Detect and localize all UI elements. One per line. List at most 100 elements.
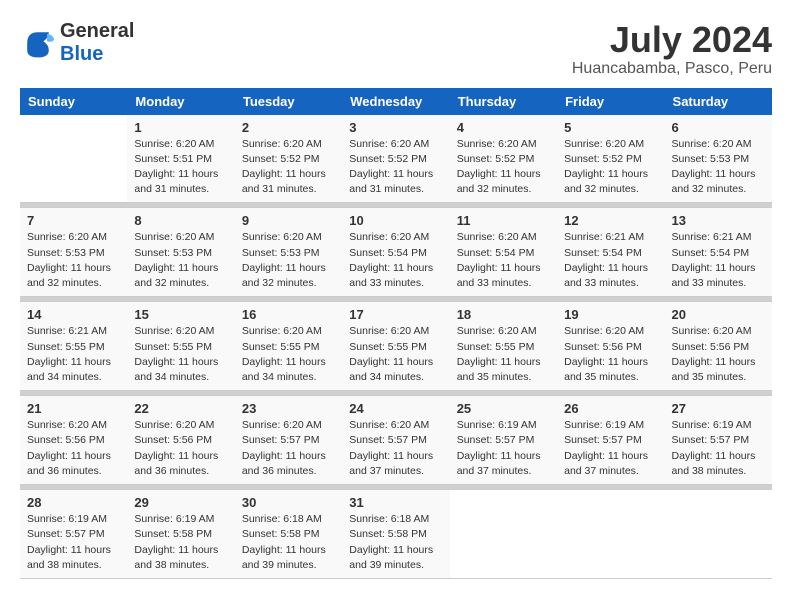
- calendar-cell: 21Sunrise: 6:20 AM Sunset: 5:56 PM Dayli…: [20, 396, 127, 485]
- day-info: Sunrise: 6:20 AM Sunset: 5:54 PM Dayligh…: [457, 230, 550, 291]
- location-subtitle: Huancabamba, Pasco, Peru: [572, 60, 772, 78]
- day-info: Sunrise: 6:18 AM Sunset: 5:58 PM Dayligh…: [349, 512, 442, 573]
- day-number: 22: [134, 401, 227, 416]
- calendar-cell: 28 Sunrise: 6:19 AM Sunset: 5:57 PM Dayli…: [20, 490, 127, 579]
- day-info: Sunrise: 6:19 AM Sunset: 5:57 PM Dayligh…: [27, 512, 120, 573]
- day-number: 23: [242, 401, 335, 416]
- page-header: General Blue July 2024 Huancabamba, Pasc…: [20, 20, 772, 78]
- calendar-cell: 4 Sunrise: 6:20 AM Sunset: 5:52 PM Daylig…: [450, 115, 557, 203]
- day-number: 28: [27, 495, 120, 510]
- day-info: Sunrise: 6:20 AM Sunset: 5:56 PM Dayligh…: [564, 324, 657, 385]
- header-row: Sunday Monday Tuesday Wednesday Thursday…: [20, 88, 772, 115]
- calendar-cell: 29 Sunrise: 6:19 AM Sunset: 5:58 PM Dayli…: [127, 490, 234, 579]
- calendar-cell: 16 Sunrise: 6:20 AM Sunset: 5:55 PM Dayli…: [235, 302, 342, 391]
- calendar-cell: 1 Sunrise: 6:20 AM Sunset: 5:51 PM Daylig…: [127, 115, 234, 203]
- day-number: 11: [457, 213, 550, 228]
- calendar-cell: 18 Sunrise: 6:20 AM Sunset: 5:55 PM Dayli…: [450, 302, 557, 391]
- calendar-week-row: 7Sunrise: 6:20 AM Sunset: 5:53 PM Daylig…: [20, 208, 772, 297]
- day-info: Sunrise: 6:19 AM Sunset: 5:57 PM Dayligh…: [564, 418, 657, 479]
- calendar-cell: 11 Sunrise: 6:20 AM Sunset: 5:54 PM Dayli…: [450, 208, 557, 297]
- calendar-cell: [665, 490, 772, 579]
- calendar-cell: 8 Sunrise: 6:20 AM Sunset: 5:53 PM Daylig…: [127, 208, 234, 297]
- calendar-cell: 6 Sunrise: 6:20 AM Sunset: 5:53 PM Daylig…: [665, 115, 772, 203]
- calendar-cell: 20Sunrise: 6:20 AM Sunset: 5:56 PM Dayli…: [665, 302, 772, 391]
- day-info: Sunrise: 6:20 AM Sunset: 5:53 PM Dayligh…: [134, 230, 227, 291]
- calendar-week-row: 28 Sunrise: 6:19 AM Sunset: 5:57 PM Dayli…: [20, 490, 772, 579]
- calendar-cell: 27Sunrise: 6:19 AM Sunset: 5:57 PM Dayli…: [665, 396, 772, 485]
- day-number: 27: [672, 401, 765, 416]
- day-info: Sunrise: 6:20 AM Sunset: 5:53 PM Dayligh…: [242, 230, 335, 291]
- day-number: 4: [457, 120, 550, 135]
- day-number: 1: [134, 120, 227, 135]
- day-number: 3: [349, 120, 442, 135]
- calendar-cell: 22Sunrise: 6:20 AM Sunset: 5:56 PM Dayli…: [127, 396, 234, 485]
- day-info: Sunrise: 6:19 AM Sunset: 5:58 PM Dayligh…: [134, 512, 227, 573]
- day-info: Sunrise: 6:21 AM Sunset: 5:54 PM Dayligh…: [564, 230, 657, 291]
- day-number: 16: [242, 307, 335, 322]
- day-number: 9: [242, 213, 335, 228]
- calendar-cell: 9 Sunrise: 6:20 AM Sunset: 5:53 PM Daylig…: [235, 208, 342, 297]
- day-info: Sunrise: 6:20 AM Sunset: 5:52 PM Dayligh…: [564, 137, 657, 198]
- day-info: Sunrise: 6:20 AM Sunset: 5:53 PM Dayligh…: [27, 230, 120, 291]
- day-number: 8: [134, 213, 227, 228]
- day-number: 26: [564, 401, 657, 416]
- day-number: 29: [134, 495, 227, 510]
- day-number: 2: [242, 120, 335, 135]
- calendar-cell: 23 Sunrise: 6:20 AM Sunset: 5:57 PM Dayli…: [235, 396, 342, 485]
- day-number: 17: [349, 307, 442, 322]
- calendar-cell: 17Sunrise: 6:20 AM Sunset: 5:55 PM Dayli…: [342, 302, 449, 391]
- calendar-cell: 3 Sunrise: 6:20 AM Sunset: 5:52 PM Daylig…: [342, 115, 449, 203]
- col-tuesday: Tuesday: [235, 88, 342, 115]
- calendar-cell: 2 Sunrise: 6:20 AM Sunset: 5:52 PM Daylig…: [235, 115, 342, 203]
- calendar-cell: 19 Sunrise: 6:20 AM Sunset: 5:56 PM Dayli…: [557, 302, 664, 391]
- col-wednesday: Wednesday: [342, 88, 449, 115]
- day-info: Sunrise: 6:21 AM Sunset: 5:54 PM Dayligh…: [672, 230, 765, 291]
- logo: General Blue: [20, 20, 134, 66]
- calendar-cell: [20, 115, 127, 203]
- day-info: Sunrise: 6:20 AM Sunset: 5:52 PM Dayligh…: [349, 137, 442, 198]
- day-info: Sunrise: 6:20 AM Sunset: 5:51 PM Dayligh…: [134, 137, 227, 198]
- day-number: 15: [134, 307, 227, 322]
- calendar-week-row: 14Sunrise: 6:21 AM Sunset: 5:55 PM Dayli…: [20, 302, 772, 391]
- calendar-cell: 7Sunrise: 6:20 AM Sunset: 5:53 PM Daylig…: [20, 208, 127, 297]
- day-number: 25: [457, 401, 550, 416]
- calendar-cell: 14Sunrise: 6:21 AM Sunset: 5:55 PM Dayli…: [20, 302, 127, 391]
- day-info: Sunrise: 6:20 AM Sunset: 5:54 PM Dayligh…: [349, 230, 442, 291]
- calendar-week-row: 1 Sunrise: 6:20 AM Sunset: 5:51 PM Daylig…: [20, 115, 772, 203]
- day-info: Sunrise: 6:20 AM Sunset: 5:57 PM Dayligh…: [349, 418, 442, 479]
- day-number: 18: [457, 307, 550, 322]
- logo-text: General Blue: [60, 20, 134, 66]
- day-info: Sunrise: 6:20 AM Sunset: 5:52 PM Dayligh…: [242, 137, 335, 198]
- calendar-cell: 15 Sunrise: 6:20 AM Sunset: 5:55 PM Dayli…: [127, 302, 234, 391]
- day-info: Sunrise: 6:20 AM Sunset: 5:55 PM Dayligh…: [457, 324, 550, 385]
- day-info: Sunrise: 6:18 AM Sunset: 5:58 PM Dayligh…: [242, 512, 335, 573]
- col-thursday: Thursday: [450, 88, 557, 115]
- logo-icon: [20, 25, 56, 61]
- day-info: Sunrise: 6:20 AM Sunset: 5:55 PM Dayligh…: [134, 324, 227, 385]
- day-info: Sunrise: 6:20 AM Sunset: 5:53 PM Dayligh…: [672, 137, 765, 198]
- day-info: Sunrise: 6:19 AM Sunset: 5:57 PM Dayligh…: [457, 418, 550, 479]
- day-number: 19: [564, 307, 657, 322]
- calendar-cell: 13 Sunrise: 6:21 AM Sunset: 5:54 PM Dayli…: [665, 208, 772, 297]
- col-monday: Monday: [127, 88, 234, 115]
- calendar-week-row: 21Sunrise: 6:20 AM Sunset: 5:56 PM Dayli…: [20, 396, 772, 485]
- day-info: Sunrise: 6:20 AM Sunset: 5:52 PM Dayligh…: [457, 137, 550, 198]
- col-sunday: Sunday: [20, 88, 127, 115]
- day-number: 10: [349, 213, 442, 228]
- day-number: 31: [349, 495, 442, 510]
- col-saturday: Saturday: [665, 88, 772, 115]
- calendar-cell: 12 Sunrise: 6:21 AM Sunset: 5:54 PM Dayli…: [557, 208, 664, 297]
- day-info: Sunrise: 6:20 AM Sunset: 5:55 PM Dayligh…: [242, 324, 335, 385]
- day-number: 6: [672, 120, 765, 135]
- day-info: Sunrise: 6:20 AM Sunset: 5:57 PM Dayligh…: [242, 418, 335, 479]
- calendar-cell: [450, 490, 557, 579]
- month-year-title: July 2024: [572, 20, 772, 60]
- calendar-cell: 31 Sunrise: 6:18 AM Sunset: 5:58 PM Dayli…: [342, 490, 449, 579]
- day-number: 12: [564, 213, 657, 228]
- day-number: 20: [672, 307, 765, 322]
- day-number: 24: [349, 401, 442, 416]
- day-number: 13: [672, 213, 765, 228]
- calendar-cell: 26 Sunrise: 6:19 AM Sunset: 5:57 PM Dayli…: [557, 396, 664, 485]
- day-number: 5: [564, 120, 657, 135]
- calendar-cell: [557, 490, 664, 579]
